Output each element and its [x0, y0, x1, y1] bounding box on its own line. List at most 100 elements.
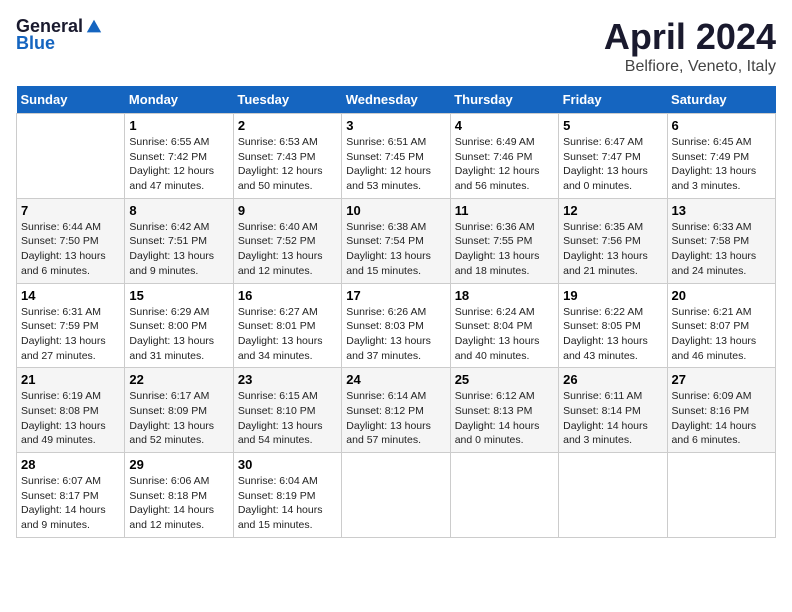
calendar-cell: 1 Sunrise: 6:55 AMSunset: 7:42 PMDayligh… [125, 114, 233, 199]
weekday-header-cell: Saturday [667, 86, 775, 114]
cell-sunrise: Sunrise: 6:15 AMSunset: 8:10 PMDaylight:… [238, 390, 323, 446]
calendar-week-row: 28 Sunrise: 6:07 AMSunset: 8:17 PMDaylig… [17, 453, 776, 538]
day-number: 30 [238, 457, 337, 472]
day-number: 16 [238, 288, 337, 303]
calendar-week-row: 21 Sunrise: 6:19 AMSunset: 8:08 PMDaylig… [17, 368, 776, 453]
day-number: 21 [21, 372, 120, 387]
day-number: 18 [455, 288, 554, 303]
calendar-table: SundayMondayTuesdayWednesdayThursdayFrid… [16, 86, 776, 538]
cell-sunrise: Sunrise: 6:40 AMSunset: 7:52 PMDaylight:… [238, 221, 323, 277]
day-number: 5 [563, 118, 662, 133]
calendar-cell: 17 Sunrise: 6:26 AMSunset: 8:03 PMDaylig… [342, 283, 450, 368]
cell-sunrise: Sunrise: 6:38 AMSunset: 7:54 PMDaylight:… [346, 221, 431, 277]
calendar-cell: 21 Sunrise: 6:19 AMSunset: 8:08 PMDaylig… [17, 368, 125, 453]
day-number: 14 [21, 288, 120, 303]
day-number: 26 [563, 372, 662, 387]
day-number: 12 [563, 203, 662, 218]
weekday-header-cell: Thursday [450, 86, 558, 114]
calendar-cell: 25 Sunrise: 6:12 AMSunset: 8:13 PMDaylig… [450, 368, 558, 453]
cell-sunrise: Sunrise: 6:47 AMSunset: 7:47 PMDaylight:… [563, 136, 648, 192]
cell-sunrise: Sunrise: 6:51 AMSunset: 7:45 PMDaylight:… [346, 136, 431, 192]
day-number: 8 [129, 203, 228, 218]
cell-sunrise: Sunrise: 6:29 AMSunset: 8:00 PMDaylight:… [129, 306, 214, 362]
calendar-cell: 13 Sunrise: 6:33 AMSunset: 7:58 PMDaylig… [667, 198, 775, 283]
title-area: April 2024 Belfiore, Veneto, Italy [604, 16, 776, 76]
day-number: 23 [238, 372, 337, 387]
cell-sunrise: Sunrise: 6:44 AMSunset: 7:50 PMDaylight:… [21, 221, 106, 277]
calendar-cell [342, 453, 450, 538]
month-title: April 2024 [604, 16, 776, 58]
calendar-cell: 23 Sunrise: 6:15 AMSunset: 8:10 PMDaylig… [233, 368, 341, 453]
cell-sunrise: Sunrise: 6:31 AMSunset: 7:59 PMDaylight:… [21, 306, 106, 362]
cell-sunrise: Sunrise: 6:55 AMSunset: 7:42 PMDaylight:… [129, 136, 214, 192]
calendar-cell: 20 Sunrise: 6:21 AMSunset: 8:07 PMDaylig… [667, 283, 775, 368]
cell-sunrise: Sunrise: 6:27 AMSunset: 8:01 PMDaylight:… [238, 306, 323, 362]
calendar-week-row: 7 Sunrise: 6:44 AMSunset: 7:50 PMDayligh… [17, 198, 776, 283]
calendar-cell: 7 Sunrise: 6:44 AMSunset: 7:50 PMDayligh… [17, 198, 125, 283]
weekday-header-cell: Wednesday [342, 86, 450, 114]
day-number: 1 [129, 118, 228, 133]
calendar-cell: 27 Sunrise: 6:09 AMSunset: 8:16 PMDaylig… [667, 368, 775, 453]
day-number: 20 [672, 288, 771, 303]
day-number: 29 [129, 457, 228, 472]
calendar-cell: 14 Sunrise: 6:31 AMSunset: 7:59 PMDaylig… [17, 283, 125, 368]
calendar-cell: 12 Sunrise: 6:35 AMSunset: 7:56 PMDaylig… [559, 198, 667, 283]
weekday-header-cell: Sunday [17, 86, 125, 114]
calendar-cell: 8 Sunrise: 6:42 AMSunset: 7:51 PMDayligh… [125, 198, 233, 283]
day-number: 7 [21, 203, 120, 218]
calendar-cell [559, 453, 667, 538]
day-number: 27 [672, 372, 771, 387]
calendar-cell: 15 Sunrise: 6:29 AMSunset: 8:00 PMDaylig… [125, 283, 233, 368]
location-title: Belfiore, Veneto, Italy [604, 58, 776, 76]
cell-sunrise: Sunrise: 6:07 AMSunset: 8:17 PMDaylight:… [21, 475, 106, 531]
cell-sunrise: Sunrise: 6:36 AMSunset: 7:55 PMDaylight:… [455, 221, 540, 277]
day-number: 15 [129, 288, 228, 303]
calendar-cell: 24 Sunrise: 6:14 AMSunset: 8:12 PMDaylig… [342, 368, 450, 453]
calendar-week-row: 14 Sunrise: 6:31 AMSunset: 7:59 PMDaylig… [17, 283, 776, 368]
calendar-cell: 5 Sunrise: 6:47 AMSunset: 7:47 PMDayligh… [559, 114, 667, 199]
weekday-header-cell: Friday [559, 86, 667, 114]
cell-sunrise: Sunrise: 6:17 AMSunset: 8:09 PMDaylight:… [129, 390, 214, 446]
calendar-body: 1 Sunrise: 6:55 AMSunset: 7:42 PMDayligh… [17, 114, 776, 538]
calendar-cell: 30 Sunrise: 6:04 AMSunset: 8:19 PMDaylig… [233, 453, 341, 538]
cell-sunrise: Sunrise: 6:06 AMSunset: 8:18 PMDaylight:… [129, 475, 214, 531]
day-number: 24 [346, 372, 445, 387]
day-number: 3 [346, 118, 445, 133]
calendar-cell: 28 Sunrise: 6:07 AMSunset: 8:17 PMDaylig… [17, 453, 125, 538]
logo: General Blue [16, 16, 105, 54]
day-number: 22 [129, 372, 228, 387]
cell-sunrise: Sunrise: 6:49 AMSunset: 7:46 PMDaylight:… [455, 136, 540, 192]
cell-sunrise: Sunrise: 6:33 AMSunset: 7:58 PMDaylight:… [672, 221, 757, 277]
calendar-cell: 26 Sunrise: 6:11 AMSunset: 8:14 PMDaylig… [559, 368, 667, 453]
cell-sunrise: Sunrise: 6:53 AMSunset: 7:43 PMDaylight:… [238, 136, 323, 192]
cell-sunrise: Sunrise: 6:11 AMSunset: 8:14 PMDaylight:… [563, 390, 648, 446]
calendar-cell: 3 Sunrise: 6:51 AMSunset: 7:45 PMDayligh… [342, 114, 450, 199]
calendar-cell: 29 Sunrise: 6:06 AMSunset: 8:18 PMDaylig… [125, 453, 233, 538]
calendar-cell: 2 Sunrise: 6:53 AMSunset: 7:43 PMDayligh… [233, 114, 341, 199]
day-number: 6 [672, 118, 771, 133]
logo-blue: Blue [16, 33, 55, 54]
day-number: 19 [563, 288, 662, 303]
cell-sunrise: Sunrise: 6:04 AMSunset: 8:19 PMDaylight:… [238, 475, 323, 531]
day-number: 9 [238, 203, 337, 218]
day-number: 2 [238, 118, 337, 133]
calendar-week-row: 1 Sunrise: 6:55 AMSunset: 7:42 PMDayligh… [17, 114, 776, 199]
cell-sunrise: Sunrise: 6:14 AMSunset: 8:12 PMDaylight:… [346, 390, 431, 446]
calendar-cell: 10 Sunrise: 6:38 AMSunset: 7:54 PMDaylig… [342, 198, 450, 283]
calendar-cell: 19 Sunrise: 6:22 AMSunset: 8:05 PMDaylig… [559, 283, 667, 368]
cell-sunrise: Sunrise: 6:42 AMSunset: 7:51 PMDaylight:… [129, 221, 214, 277]
calendar-cell: 6 Sunrise: 6:45 AMSunset: 7:49 PMDayligh… [667, 114, 775, 199]
cell-sunrise: Sunrise: 6:22 AMSunset: 8:05 PMDaylight:… [563, 306, 648, 362]
day-number: 25 [455, 372, 554, 387]
calendar-cell: 9 Sunrise: 6:40 AMSunset: 7:52 PMDayligh… [233, 198, 341, 283]
cell-sunrise: Sunrise: 6:24 AMSunset: 8:04 PMDaylight:… [455, 306, 540, 362]
day-number: 11 [455, 203, 554, 218]
weekday-header-cell: Tuesday [233, 86, 341, 114]
logo-icon [85, 18, 103, 36]
calendar-cell: 11 Sunrise: 6:36 AMSunset: 7:55 PMDaylig… [450, 198, 558, 283]
calendar-cell [667, 453, 775, 538]
cell-sunrise: Sunrise: 6:35 AMSunset: 7:56 PMDaylight:… [563, 221, 648, 277]
weekday-header-row: SundayMondayTuesdayWednesdayThursdayFrid… [17, 86, 776, 114]
calendar-cell: 4 Sunrise: 6:49 AMSunset: 7:46 PMDayligh… [450, 114, 558, 199]
calendar-cell: 22 Sunrise: 6:17 AMSunset: 8:09 PMDaylig… [125, 368, 233, 453]
